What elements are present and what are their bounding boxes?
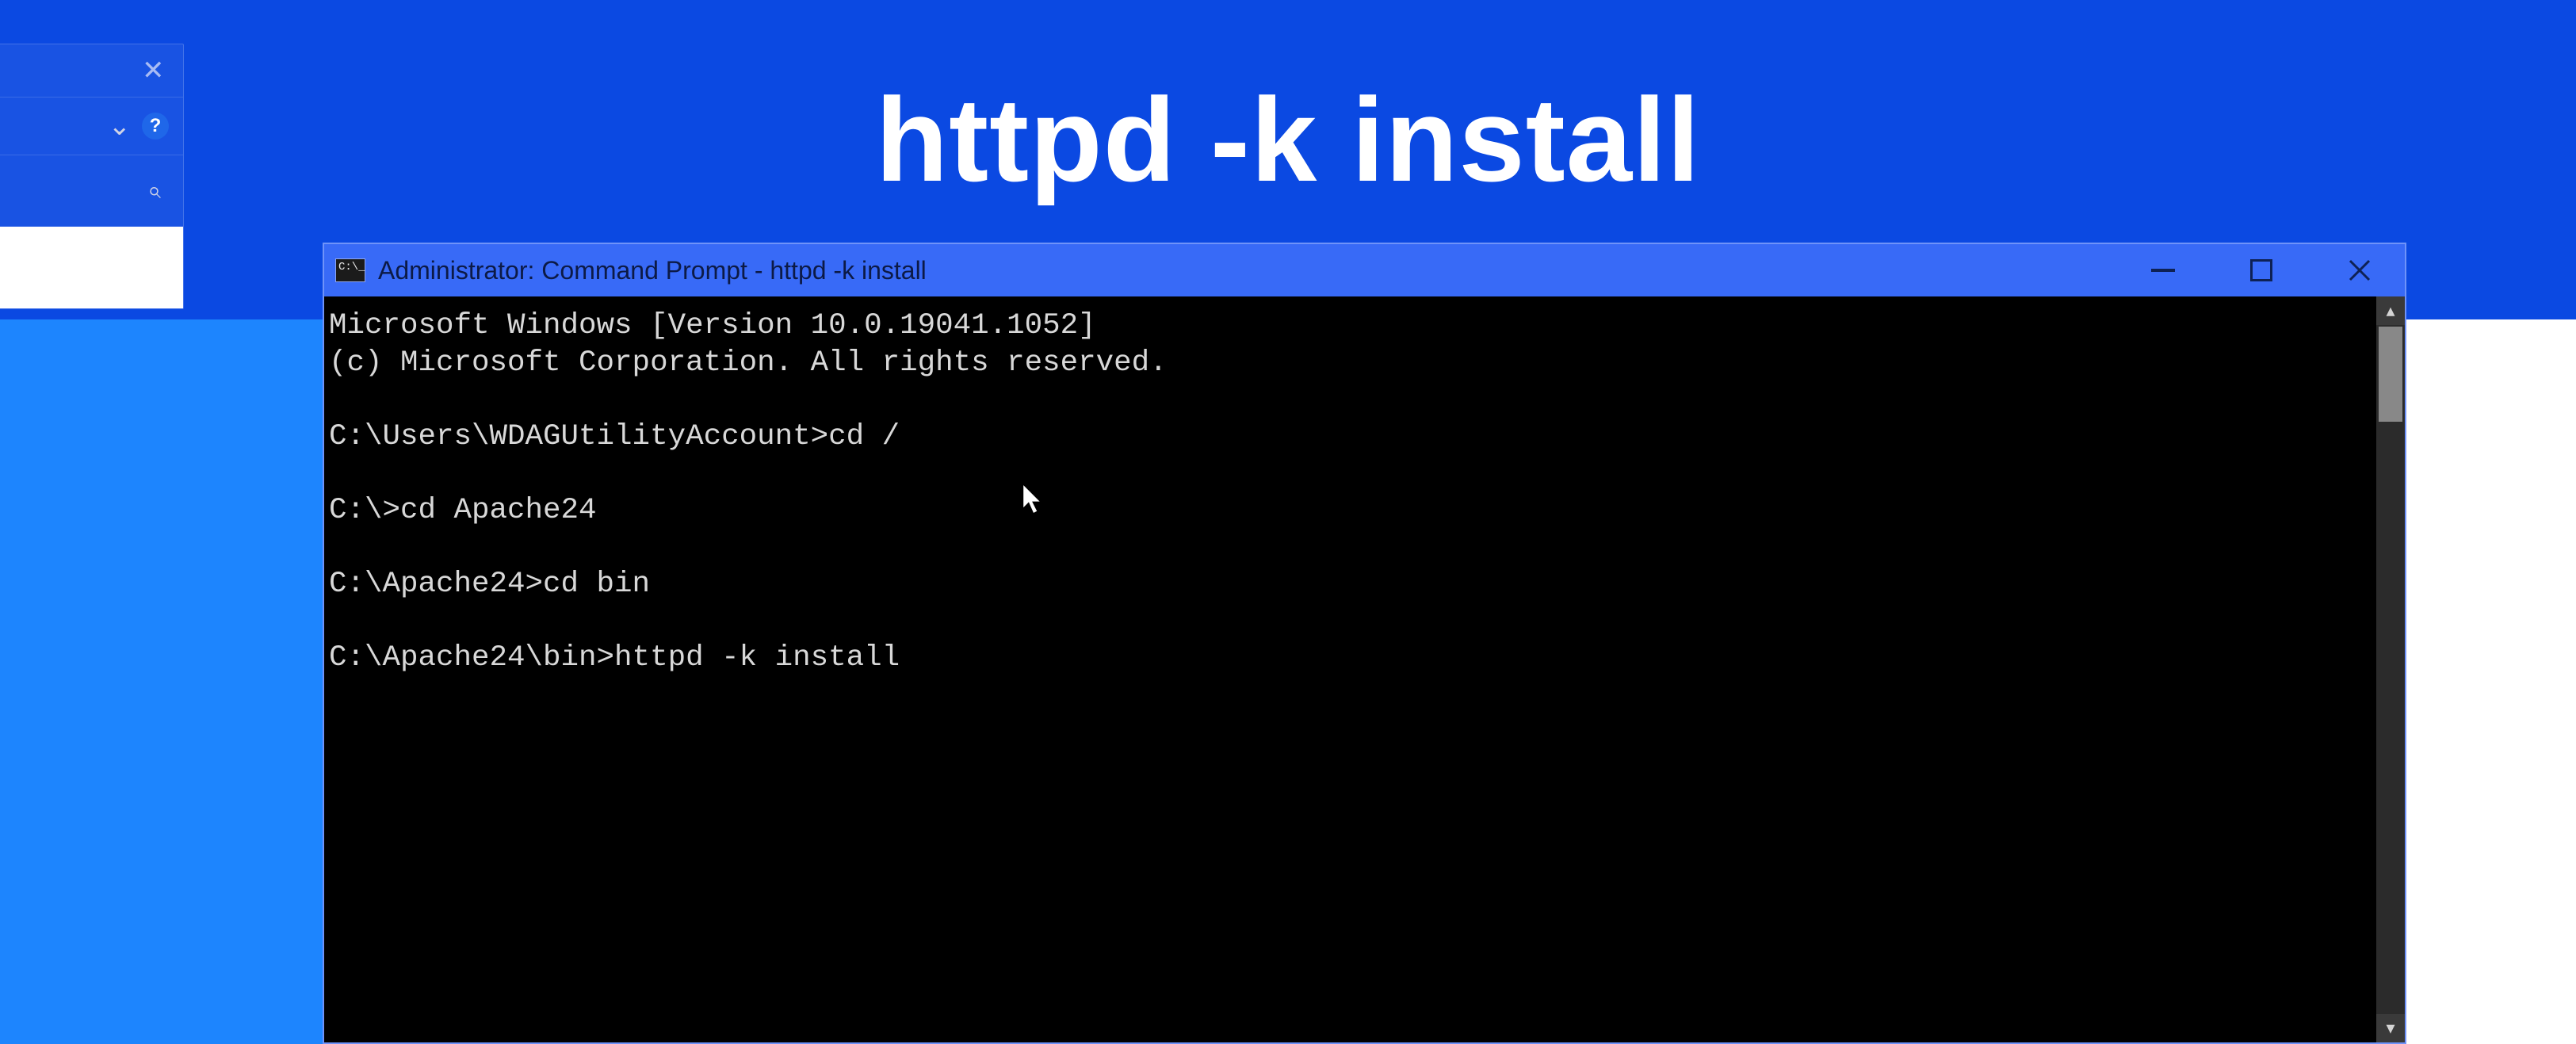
window-controls xyxy=(2145,252,2397,289)
background-window-search-row: ⌕ xyxy=(0,155,183,227)
background-window-toolbar: ⌄ ? xyxy=(0,97,183,155)
command-prompt-app-icon xyxy=(335,258,365,282)
background-window-titlebar: ✕ xyxy=(0,44,183,97)
background-window-body xyxy=(0,227,183,308)
terminal-output[interactable]: Microsoft Windows [Version 10.0.19041.10… xyxy=(324,296,2376,1042)
command-prompt-titlebar[interactable]: Administrator: Command Prompt - httpd -k… xyxy=(324,244,2405,296)
left-accent-strip xyxy=(0,319,323,1044)
chevron-down-icon[interactable]: ⌄ xyxy=(109,110,132,142)
background-window: ✕ ⌄ ? ⌕ xyxy=(0,44,184,309)
presentation-headline: httpd -k install xyxy=(0,71,2576,208)
search-icon[interactable]: ⌕ xyxy=(147,178,161,205)
command-prompt-window: Administrator: Command Prompt - httpd -k… xyxy=(323,243,2406,1044)
maximize-button[interactable] xyxy=(2243,252,2280,289)
scrollbar-vertical[interactable]: ▴ ▾ xyxy=(2376,296,2405,1042)
close-button[interactable] xyxy=(2341,252,2378,289)
scroll-down-button[interactable]: ▾ xyxy=(2376,1014,2405,1042)
scrollbar-thumb[interactable] xyxy=(2379,327,2402,422)
minimize-button[interactable] xyxy=(2145,252,2181,289)
help-icon[interactable]: ? xyxy=(142,113,169,140)
window-title: Administrator: Command Prompt - httpd -k… xyxy=(378,256,927,285)
close-icon[interactable]: ✕ xyxy=(142,59,164,82)
terminal-viewport: Microsoft Windows [Version 10.0.19041.10… xyxy=(324,296,2405,1042)
scroll-up-button[interactable]: ▴ xyxy=(2376,296,2405,325)
